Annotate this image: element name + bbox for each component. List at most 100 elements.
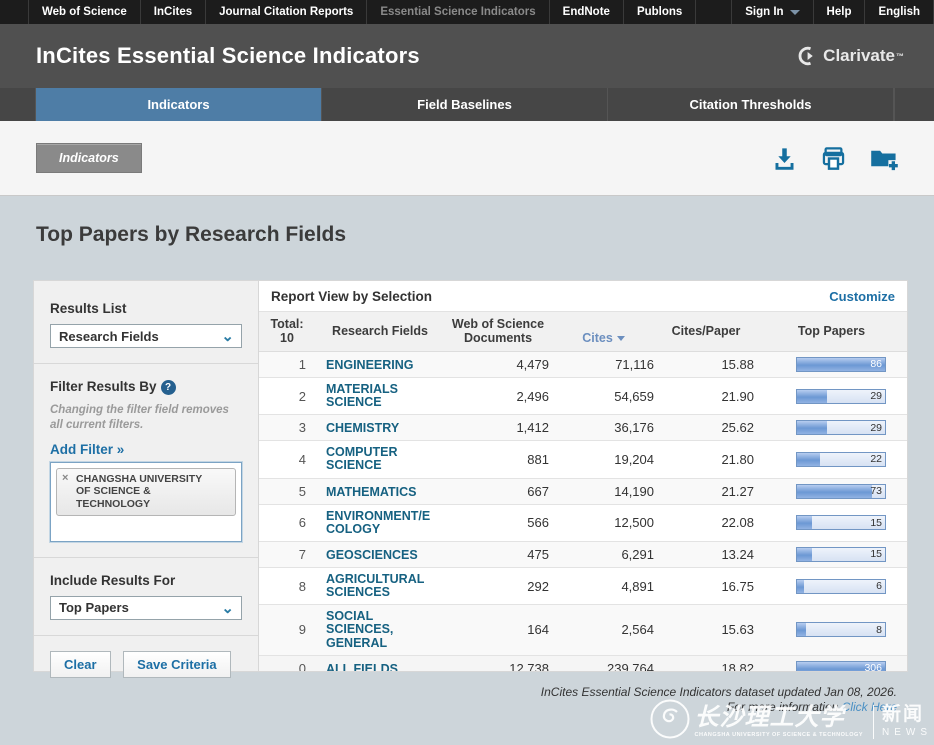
include-results-selected: Top Papers: [59, 600, 129, 615]
row-top-papers-cell: 15: [756, 515, 907, 530]
dropdown-arrow-icon: [790, 10, 800, 15]
row-field-cell: COMPUTER SCIENCE: [315, 446, 445, 472]
report-title: Report View by Selection: [271, 289, 432, 304]
tabs-host: IndicatorsField BaselinesCitation Thresh…: [36, 88, 894, 121]
remove-filter-icon[interactable]: ×: [62, 472, 68, 485]
filter-results-label: Filter Results By?: [50, 379, 242, 395]
research-field-link[interactable]: ALL FIELDS: [326, 663, 398, 672]
research-field-link[interactable]: MATHEMATICS: [326, 486, 417, 499]
tabs-left-spacer: [0, 88, 36, 121]
sidebar-buttons: Clear Save Criteria: [50, 651, 242, 678]
row-cites: 12,500: [551, 515, 656, 530]
row-rank: 7: [259, 547, 315, 562]
help-icon[interactable]: ?: [161, 380, 176, 395]
top-papers-value: 29: [870, 390, 882, 403]
top-nav-left: Web of ScienceInCitesJournal Citation Re…: [0, 0, 696, 24]
row-cites: 19,204: [551, 452, 656, 467]
row-field-cell: SOCIAL SCIENCES, GENERAL: [315, 610, 445, 649]
top-nav-item[interactable]: Essential Science Indicators: [367, 0, 549, 24]
row-top-papers-cell: 22: [756, 452, 907, 467]
top-nav-item[interactable]: InCites: [141, 0, 206, 24]
divider: [34, 635, 258, 636]
tab-citation-thresholds[interactable]: Citation Thresholds: [608, 88, 894, 121]
top-papers-bar: 22: [796, 452, 886, 467]
top-papers-bar: 15: [796, 547, 886, 562]
top-papers-bar: 86: [796, 357, 886, 372]
col-total: Total: 10: [259, 317, 315, 346]
table-row: 6ENVIRONMENT/E COLOGY56612,50022.0815: [259, 505, 907, 542]
divider: [34, 363, 258, 364]
row-wos-documents: 1,412: [445, 420, 551, 435]
top-nav-item[interactable]: Help: [814, 0, 866, 24]
results-list-select[interactable]: Research Fields ⌄: [50, 324, 242, 348]
tabs-right-spacer: [894, 88, 934, 121]
top-nav-item[interactable]: English: [865, 0, 934, 24]
row-cites: 239,764: [551, 661, 656, 672]
top-nav-right: Sign InHelpEnglish: [731, 0, 934, 24]
top-papers-bar-fill: [797, 580, 804, 593]
top-nav-item[interactable]: EndNote: [550, 0, 624, 24]
toolbar-actions: [771, 145, 900, 172]
row-field-cell: ENVIRONMENT/E COLOGY: [315, 510, 445, 536]
row-rank: 8: [259, 579, 315, 594]
table-row: 5MATHEMATICS66714,19021.2773: [259, 479, 907, 505]
row-top-papers-cell: 6: [756, 579, 907, 594]
research-field-link[interactable]: GEOSCIENCES: [326, 549, 418, 562]
tab-field-baselines[interactable]: Field Baselines: [322, 88, 608, 121]
research-field-link[interactable]: CHEMISTRY: [326, 422, 399, 435]
top-nav-item[interactable]: Publons: [624, 0, 696, 24]
indicators-breadcrumb-button[interactable]: Indicators: [36, 143, 142, 173]
filter-note: Changing the filter field removes all cu…: [50, 403, 242, 433]
col-wos-documents: Web of Science Documents: [445, 317, 551, 346]
table-row: 0ALL FIELDS12,738239,76418.82306: [259, 656, 907, 672]
col-top-papers: Top Papers: [756, 324, 907, 338]
research-field-link[interactable]: AGRICULTURAL SCIENCES: [326, 573, 424, 599]
research-field-link[interactable]: ENGINEERING: [326, 359, 414, 372]
row-top-papers-cell: 29: [756, 389, 907, 404]
row-top-papers-cell: 73: [756, 484, 907, 499]
top-papers-bar: 29: [796, 389, 886, 404]
research-field-link[interactable]: COMPUTER SCIENCE: [326, 446, 398, 472]
row-cites-per-paper: 22.08: [656, 515, 756, 530]
row-field-cell: AGRICULTURAL SCIENCES: [315, 573, 445, 599]
report-panel: Report View by Selection Customize Total…: [258, 280, 908, 672]
row-wos-documents: 12,738: [445, 661, 551, 672]
top-papers-value: 15: [870, 516, 882, 529]
row-rank: 5: [259, 484, 315, 499]
top-nav-item[interactable]: Journal Citation Reports: [206, 0, 367, 24]
row-wos-documents: 566: [445, 515, 551, 530]
row-cites: 71,116: [551, 357, 656, 372]
download-icon[interactable]: [771, 145, 798, 172]
row-cites: 54,659: [551, 389, 656, 404]
row-cites: 36,176: [551, 420, 656, 435]
top-papers-value: 8: [876, 623, 882, 636]
clarivate-logo-icon: [798, 46, 823, 66]
research-field-link[interactable]: MATERIALS SCIENCE: [326, 383, 398, 409]
top-papers-value: 15: [870, 548, 882, 561]
research-field-link[interactable]: SOCIAL SCIENCES, GENERAL: [326, 610, 393, 649]
print-icon[interactable]: [820, 145, 847, 172]
include-results-select[interactable]: Top Papers ⌄: [50, 596, 242, 620]
clarivate-logo: Clarivate™: [798, 46, 904, 66]
click-here-link[interactable]: Click Here: [842, 700, 897, 714]
dataset-updated-text: InCites Essential Science Indicators dat…: [0, 685, 897, 700]
customize-link[interactable]: Customize: [829, 289, 895, 304]
tab-indicators[interactable]: Indicators: [36, 88, 322, 121]
row-field-cell: MATERIALS SCIENCE: [315, 383, 445, 409]
add-filter-link[interactable]: Add Filter »: [50, 442, 124, 457]
col-cites-sort[interactable]: Cites: [551, 317, 656, 346]
research-field-link[interactable]: ENVIRONMENT/E COLOGY: [326, 510, 430, 536]
top-papers-bar-fill: [797, 421, 827, 434]
top-papers-bar-fill: [797, 516, 812, 529]
top-nav-item[interactable]: Web of Science: [28, 0, 141, 24]
top-nav-item[interactable]: Sign In: [731, 0, 813, 24]
page-title: Top Papers by Research Fields: [36, 223, 934, 247]
clear-button[interactable]: Clear: [50, 651, 111, 678]
add-to-folder-icon[interactable]: [869, 145, 900, 172]
table-row: 2MATERIALS SCIENCE2,49654,65921.9029: [259, 378, 907, 415]
row-field-cell: ENGINEERING: [315, 357, 445, 372]
save-criteria-button[interactable]: Save Criteria: [123, 651, 231, 678]
top-papers-bar-fill: [797, 453, 820, 466]
col-research-fields: Research Fields: [315, 324, 445, 338]
row-wos-documents: 667: [445, 484, 551, 499]
